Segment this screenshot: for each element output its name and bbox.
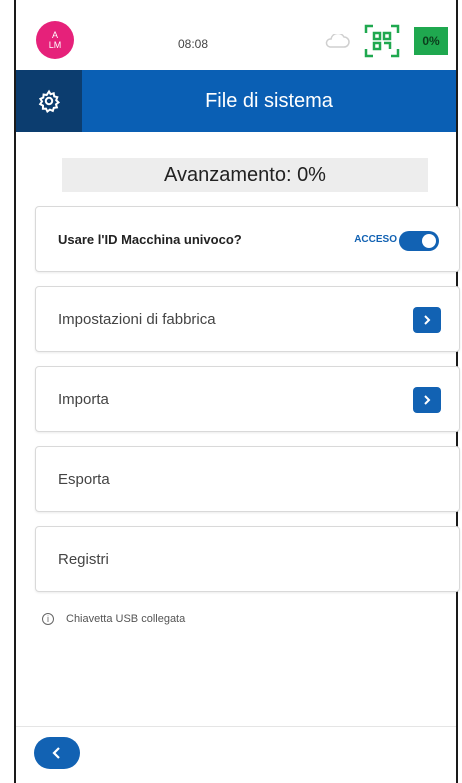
chevron-right-icon — [424, 315, 431, 325]
page-title: File di sistema — [205, 90, 333, 112]
gear-icon — [38, 89, 61, 113]
info-icon: i — [42, 613, 54, 625]
toggle-knob — [422, 234, 436, 248]
battery-indicator: 0% — [414, 27, 448, 55]
factory-settings-chevron[interactable] — [413, 307, 441, 333]
device-screen: A LM 08:08 0% File di sistema Avanzament… — [14, 0, 460, 783]
logs-label: Registri — [58, 551, 109, 568]
qr-code-icon[interactable] — [364, 24, 400, 58]
progress-label: Avanzamento: 0% — [62, 158, 428, 192]
usb-status: i Chiavetta USB collegata — [42, 609, 185, 629]
chevron-left-icon — [52, 747, 60, 759]
footer-bar — [16, 726, 456, 783]
toggle-state-label: ACCESO — [354, 234, 397, 245]
import-label: Importa — [58, 391, 109, 408]
import-button[interactable]: Importa — [35, 366, 460, 432]
factory-settings-label: Impostazioni di fabbrica — [58, 311, 216, 328]
unique-machine-id-toggle[interactable] — [399, 231, 439, 251]
import-chevron[interactable] — [413, 387, 441, 413]
clock: 08:08 — [178, 37, 209, 51]
back-button[interactable] — [34, 737, 80, 769]
chevron-right-icon — [424, 395, 431, 405]
usb-status-text: Chiavetta USB collegata — [66, 613, 186, 625]
export-button[interactable]: Esporta — [35, 446, 460, 512]
avatar-line-1: A — [51, 30, 58, 40]
avatar-line-2: LM — [48, 40, 62, 50]
cloud-icon — [325, 34, 350, 48]
export-label: Esporta — [58, 471, 110, 488]
unique-machine-id-row: Usare l'ID Macchina univoco? ACCESO — [35, 206, 460, 272]
factory-settings-button[interactable]: Impostazioni di fabbrica — [35, 286, 460, 352]
header-bar: File di sistema — [16, 70, 456, 132]
unique-machine-id-label: Usare l'ID Macchina univoco? — [58, 232, 242, 247]
logs-button[interactable]: Registri — [35, 526, 460, 592]
status-bar: A LM 08:08 0% — [16, 0, 456, 70]
settings-button[interactable] — [16, 70, 82, 132]
user-avatar[interactable]: A LM — [36, 21, 74, 59]
